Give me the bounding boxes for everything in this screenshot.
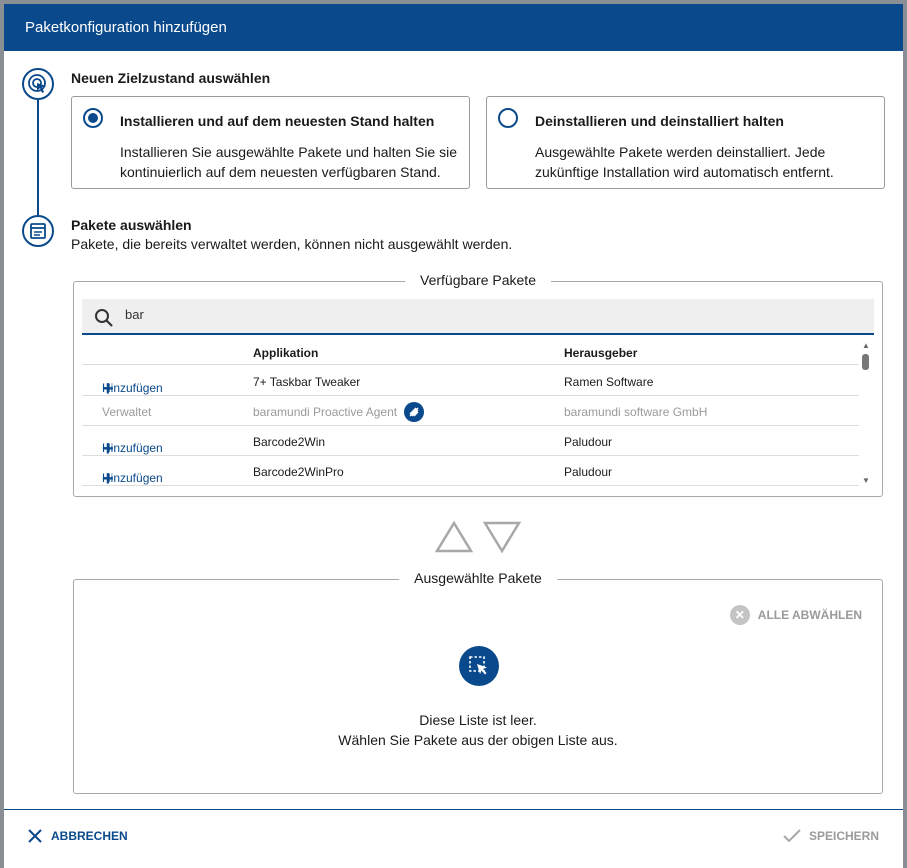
select-packages-subtitle: Pakete, die bereits verwaltet werden, kö… [71,236,513,252]
table-scrollbar[interactable]: ▲ ▼ [861,341,870,487]
available-packages-legend: Verfügbare Pakete [405,272,551,288]
managed-label: Verwaltet [102,405,152,419]
publisher-cell: Paludour [564,465,613,479]
baramundi-logo-icon [404,402,424,422]
search-input[interactable] [125,307,825,322]
table-row: + Hinzufügen Barcode2Win Paludour [82,426,859,459]
uninstall-option-card[interactable]: Deinstallieren und deinstalliert halten … [486,96,885,189]
search-icon [95,309,113,327]
column-publisher[interactable]: Herausgeber [564,346,637,360]
column-application[interactable]: Applikation [253,346,318,360]
install-option-description: Installieren Sie ausgewählte Pakete und … [120,144,457,180]
install-radio[interactable] [83,108,103,128]
select-packages-title: Pakete auswählen [71,217,192,233]
application-cell: Barcode2WinPro [253,465,344,479]
select-cursor-icon [459,646,499,686]
install-option-title: Installieren und auf dem neuesten Stand … [120,113,435,129]
close-icon [28,829,42,843]
add-package-config-dialog: Paketkonfiguration hinzufügen Neuen Ziel… [4,4,903,868]
install-option-card[interactable]: Installieren und auf dem neuesten Stand … [71,96,470,189]
application-cell: 7+ Taskbar Tweaker [253,375,361,389]
table-row: Verwaltet baramundi Proactive Agent bara… [82,396,859,426]
uninstall-option-description: Ausgewählte Pakete werden deinstalliert.… [535,144,834,180]
scroll-down-icon[interactable]: ▼ [862,476,870,485]
empty-list-message: Diese Liste ist leer. Wählen Sie Pakete … [338,712,618,748]
move-down-arrow-icon[interactable] [482,520,522,554]
dialog-footer: ABBRECHEN SPEICHERN [4,809,903,868]
application-cell: baramundi Proactive Agent [253,405,398,419]
cancel-button[interactable]: ABBRECHEN [28,829,128,843]
transfer-arrows [434,520,522,554]
check-icon [783,829,801,843]
available-packages-panel: Verfügbare Pakete Applikation Herausgebe… [73,272,883,497]
application-cell: Barcode2Win [253,435,326,449]
selected-packages-panel: Ausgewählte Pakete ✕ ALLE ABWÄHLEN Diese… [73,570,883,794]
uninstall-option-title: Deinstallieren und deinstalliert halten [535,113,784,129]
stepper-line [37,100,39,218]
deselect-all-button[interactable]: ✕ ALLE ABWÄHLEN [729,605,862,625]
table-row: + Hinzufügen 7+ Taskbar Tweaker Ramen So… [82,366,859,399]
select-packages-step-icon [22,215,54,247]
publisher-cell: baramundi software GmbH [564,405,708,419]
close-circle-icon: ✕ [729,605,750,625]
table-header: Applikation Herausgeber [82,338,859,365]
selected-packages-legend: Ausgewählte Pakete [399,570,557,586]
scrollbar-thumb[interactable] [862,354,869,370]
dialog-title: Paketkonfiguration hinzufügen [4,4,903,51]
uninstall-radio[interactable] [498,108,518,128]
package-search-box [82,299,874,335]
scroll-up-icon[interactable]: ▲ [862,341,870,350]
publisher-cell: Paludour [564,435,613,449]
move-up-arrow-icon[interactable] [434,520,474,554]
publisher-cell: Ramen Software [564,375,654,389]
target-state-step-icon [22,68,54,100]
target-state-title: Neuen Zielzustand auswählen [71,70,271,86]
save-button[interactable]: SPEICHERN [783,829,879,843]
table-row: + Hinzufügen Barcode2WinPro Paludour [82,456,859,489]
